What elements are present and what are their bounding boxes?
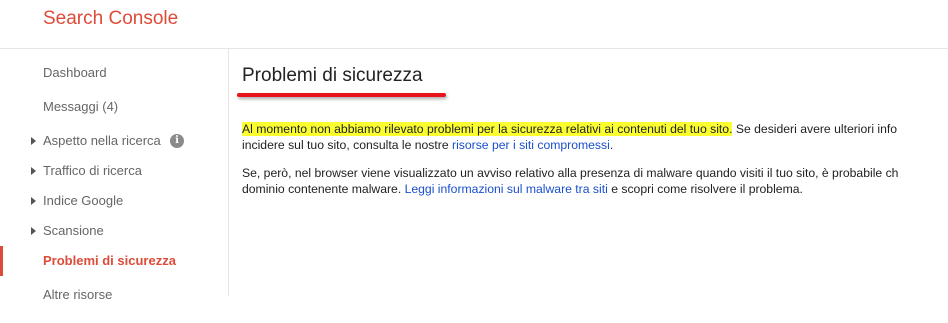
sidebar-item-dashboard[interactable]: Dashboard [0,61,228,85]
status-text: . [609,137,614,152]
sidebar-item-search-appearance[interactable]: Aspetto nella ricerca i [0,129,228,153]
active-indicator [0,246,3,276]
malware-text: Se, però, nel browser viene visualizzato… [242,166,899,180]
malware-paragraph: Se, però, nel browser viene visualizzato… [242,166,948,197]
sidebar-item-label: Traffico di ricerca [43,163,142,178]
chevron-right-icon [31,227,36,235]
chevron-right-icon [31,167,36,175]
sidebar-item-label: Indice Google [43,193,124,208]
info-icon[interactable]: i [170,134,184,148]
sidebar-item-other-resources[interactable]: Altre risorse [0,283,228,307]
title-underline-annotation [237,93,446,97]
chevron-right-icon [31,137,36,145]
sidebar-item-label: Aspetto nella ricerca [43,133,161,148]
cross-site-malware-link[interactable]: Leggi informazioni sul malware tra siti [405,182,608,196]
sidebar-item-search-traffic[interactable]: Traffico di ricerca [0,159,228,183]
status-paragraph: Al momento non abbiamo rilevato problemi… [242,122,948,153]
sidebar-item-messages[interactable]: Messaggi (4) [0,95,228,119]
main-content: Problemi di sicurezza Al momento non abb… [229,49,948,323]
sidebar-item-label: Problemi di sicurezza [43,253,176,268]
page-title: Problemi di sicurezza [242,65,423,86]
status-text: incidere sul tuo sito, consulta le nostr… [242,137,453,152]
sidebar-item-security-issues[interactable]: Problemi di sicurezza [0,246,228,276]
sidebar: Dashboard Messaggi (4) Aspetto nella ric… [0,49,229,302]
malware-text: dominio contenente malware. [242,181,405,196]
sidebar-item-label: Altre risorse [43,287,113,302]
highlighted-status-text: Al momento non abbiamo rilevato problemi… [242,122,733,136]
sidebar-item-crawl[interactable]: Scansione [0,219,228,243]
status-text: Se desideri avere ulteriori info [732,122,898,136]
sidebar-item-label: Dashboard [43,65,107,80]
chevron-right-icon [31,197,36,205]
sidebar-item-google-index[interactable]: Indice Google [0,189,228,213]
sidebar-item-label: Messaggi (4) [43,99,119,114]
sidebar-item-label: Scansione [43,223,104,238]
app-title[interactable]: Search Console [43,8,178,30]
malware-text: e scopri come risolvere il problema. [607,181,803,196]
compromised-sites-link[interactable]: risorse per i siti compromessi [452,138,610,152]
top-bar: Search Console [0,0,948,49]
